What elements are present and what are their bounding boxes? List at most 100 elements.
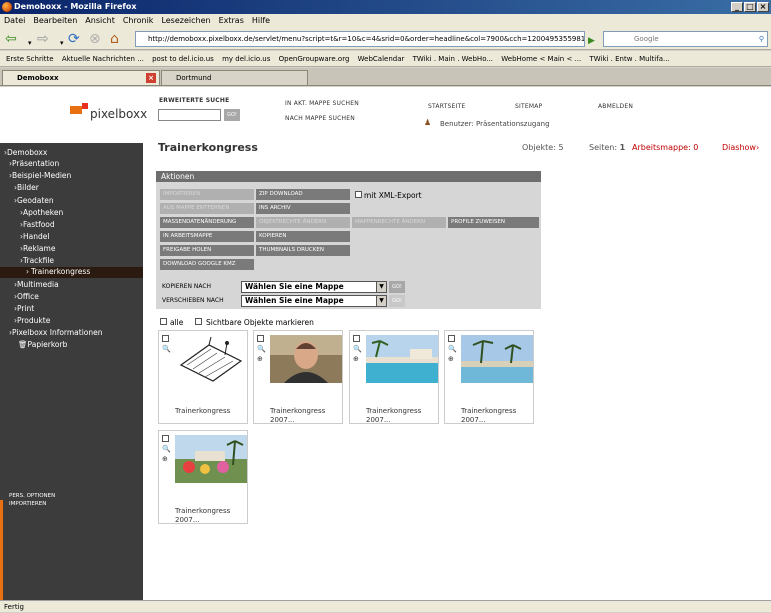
item-thumbnail[interactable] — [175, 335, 247, 383]
menu-hilfe[interactable]: Hilfe — [252, 16, 270, 25]
sitemap-link[interactable]: SITEMAP — [515, 103, 542, 110]
sidebar-item-beispiel-medien[interactable]: ›Beispiel-Medien — [9, 171, 71, 180]
diashow-link[interactable]: Diashow› — [722, 143, 759, 152]
mappe-rights-button[interactable]: MAPPENRECHTE ÄNDERN — [352, 217, 446, 228]
copy-target-select[interactable]: Wählen Sie eine Mappe ▼ — [241, 281, 387, 293]
menu-bearbeiten[interactable]: Bearbeiten — [33, 16, 77, 25]
sidebar-item-papierkorb[interactable]: 🗑Papierkorb — [18, 340, 67, 349]
import-button[interactable]: IMPORTIEREN — [160, 189, 254, 200]
zoom-icon[interactable]: 🔍 — [257, 345, 266, 353]
tab-dortmund[interactable]: Dortmund — [161, 70, 308, 85]
search-in-mappe-link[interactable]: IN AKT. MAPPE SUCHEN — [285, 100, 359, 107]
bookmark-item[interactable]: Aktuelle Nachrichten ... — [62, 55, 144, 63]
mark-visible-checkbox[interactable] — [195, 318, 202, 325]
menu-extras[interactable]: Extras — [219, 16, 244, 25]
copy-button[interactable]: KOPIEREN — [256, 231, 350, 242]
assign-profiles-button[interactable]: PROFILE ZUWEISEN — [448, 217, 539, 228]
reload-icon[interactable]: ⟳ — [68, 31, 80, 47]
sidebar-item-trainerkongress[interactable]: Trainerkongress — [0, 267, 143, 278]
item-checkbox[interactable] — [353, 335, 360, 342]
select-all-checkbox[interactable] — [160, 318, 167, 325]
menu-ansicht[interactable]: Ansicht — [85, 16, 115, 25]
bookmark-item[interactable]: OpenGroupware.org — [279, 55, 350, 63]
sidebar-item-apotheken[interactable]: ›Apotheken — [20, 208, 63, 217]
search-go-button[interactable]: GO! — [224, 109, 240, 121]
menu-chronik[interactable]: Chronik — [123, 16, 154, 25]
tab-demoboxx[interactable]: Demoboxx × — [2, 70, 160, 85]
pages-value[interactable]: 1 — [620, 143, 626, 152]
menu-lesezeichen[interactable]: Lesezeichen — [161, 16, 210, 25]
copy-go-button[interactable]: GO! — [389, 281, 405, 293]
arbeitsmappe-link[interactable]: Arbeitsmappe: 0 — [632, 143, 698, 152]
bookmark-item[interactable]: my del.icio.us — [222, 55, 270, 63]
move-go-button[interactable]: GO! — [389, 295, 405, 307]
bookmark-item[interactable]: WebHome < Main < ... — [501, 55, 581, 63]
close-button[interactable]: × — [757, 2, 769, 12]
abmelden-link[interactable]: ABMELDEN — [598, 103, 633, 110]
mass-edit-button[interactable]: MASSENDATENÄNDERUNG — [160, 217, 254, 228]
search-by-mappe-link[interactable]: NACH MAPPE SUCHEN — [285, 115, 355, 122]
startseite-link[interactable]: STARTSEITE — [428, 103, 465, 110]
bookmark-item[interactable]: TWiki . Entw . Multifa... — [589, 55, 669, 63]
item-caption[interactable]: Trainerkongress 2007... — [175, 507, 247, 525]
xml-export-checkbox[interactable] — [355, 191, 362, 198]
globe-icon[interactable]: ⊕ — [353, 355, 359, 363]
sidebar-item-fastfood[interactable]: ›Fastfood — [20, 220, 55, 229]
media-item[interactable]: 🔍 ⊕ Trainerkongress 2007... — [349, 330, 439, 424]
media-item[interactable]: 🔍 ⊕ Trainerkongress 2007... — [444, 330, 534, 424]
maximize-button[interactable]: □ — [744, 2, 756, 12]
zoom-icon[interactable]: 🔍 — [162, 445, 171, 453]
item-caption[interactable]: Trainerkongress 2007... — [270, 407, 342, 425]
sidebar-item-reklame[interactable]: ›Reklame — [20, 244, 55, 253]
bookmark-item[interactable]: TWiki . Main . WebHo... — [413, 55, 493, 63]
back-dropdown-icon[interactable]: ▾ — [28, 35, 32, 51]
forward-icon[interactable]: ⇨ — [37, 31, 49, 47]
get-release-button[interactable]: FREIGABE HOLEN — [160, 245, 254, 256]
remove-from-mappe-button[interactable]: AUS MAPPE ENTFERNEN — [160, 203, 254, 214]
zip-download-button[interactable]: ZIP DOWNLOAD — [256, 189, 350, 200]
close-tab-icon[interactable]: × — [146, 73, 156, 83]
download-kmz-button[interactable]: DOWNLOAD GOOGLE KMZ — [160, 259, 254, 270]
globe-icon[interactable]: ⊕ — [257, 355, 263, 363]
stop-icon[interactable]: ⊗ — [89, 31, 101, 47]
sidebar-item-praesentation[interactable]: ›Präsentation — [9, 159, 59, 168]
print-thumbnails-button[interactable]: THUMBNAILS DRUCKEN — [256, 245, 350, 256]
object-rights-button[interactable]: OBJEKTRECHTE ÄNDERN — [256, 217, 350, 228]
url-input[interactable]: http://demoboxx.pixelboxx.de/servlet/men… — [135, 31, 585, 47]
sidebar-item-office[interactable]: ›Office — [14, 292, 39, 301]
sidebar-item-trackfile[interactable]: ›Trackfile — [20, 256, 54, 265]
item-caption[interactable]: Trainerkongress — [175, 407, 230, 416]
globe-icon[interactable]: ⊕ — [162, 455, 168, 463]
item-checkbox[interactable] — [162, 335, 169, 342]
item-thumbnail[interactable] — [366, 335, 438, 383]
sidebar-item-produkte[interactable]: ›Produkte — [14, 316, 50, 325]
header-search-input[interactable] — [158, 109, 221, 121]
sidebar-item-handel[interactable]: ›Handel — [20, 232, 49, 241]
go-arrow-icon[interactable]: ▶ — [588, 33, 595, 49]
menu-datei[interactable]: Datei — [4, 16, 25, 25]
extended-search-link[interactable]: ERWEITERTE SUCHE — [159, 97, 229, 104]
sidebar-item-demoboxx[interactable]: ›Demoboxx — [4, 148, 47, 157]
media-item[interactable]: 🔍 ⊕ Trainerkongress 2007... — [158, 430, 248, 524]
bookmark-item[interactable]: WebCalendar — [358, 55, 405, 63]
forward-dropdown-icon[interactable]: ▾ — [60, 35, 64, 51]
sidebar-item-multimedia[interactable]: ›Multimedia — [14, 280, 59, 289]
zoom-icon[interactable]: 🔍 — [162, 345, 171, 353]
move-target-select[interactable]: Wählen Sie eine Mappe ▼ — [241, 295, 387, 307]
bookmark-item[interactable]: post to del.icio.us — [152, 55, 214, 63]
zoom-icon[interactable]: 🔍 — [353, 345, 362, 353]
item-caption[interactable]: Trainerkongress 2007... — [461, 407, 533, 425]
item-thumbnail[interactable] — [461, 335, 533, 383]
media-item[interactable]: 🔍 Trainerkongress — [158, 330, 248, 424]
archive-button[interactable]: INS ARCHIV — [256, 203, 350, 214]
bookmark-item[interactable]: Erste Schritte — [6, 55, 54, 63]
back-icon[interactable]: ⇦ — [5, 31, 17, 47]
to-arbeitsmappe-button[interactable]: IN ARBEITSMAPPE — [160, 231, 254, 242]
sidebar-item-bilder[interactable]: ›Bilder — [14, 183, 39, 192]
home-icon[interactable]: ⌂ — [110, 31, 119, 47]
item-thumbnail[interactable] — [175, 435, 247, 483]
sidebar-item-print[interactable]: ›Print — [14, 304, 34, 313]
item-checkbox[interactable] — [162, 435, 169, 442]
search-input[interactable]: Google ⚲ — [603, 31, 768, 47]
zoom-icon[interactable]: 🔍 — [448, 345, 457, 353]
